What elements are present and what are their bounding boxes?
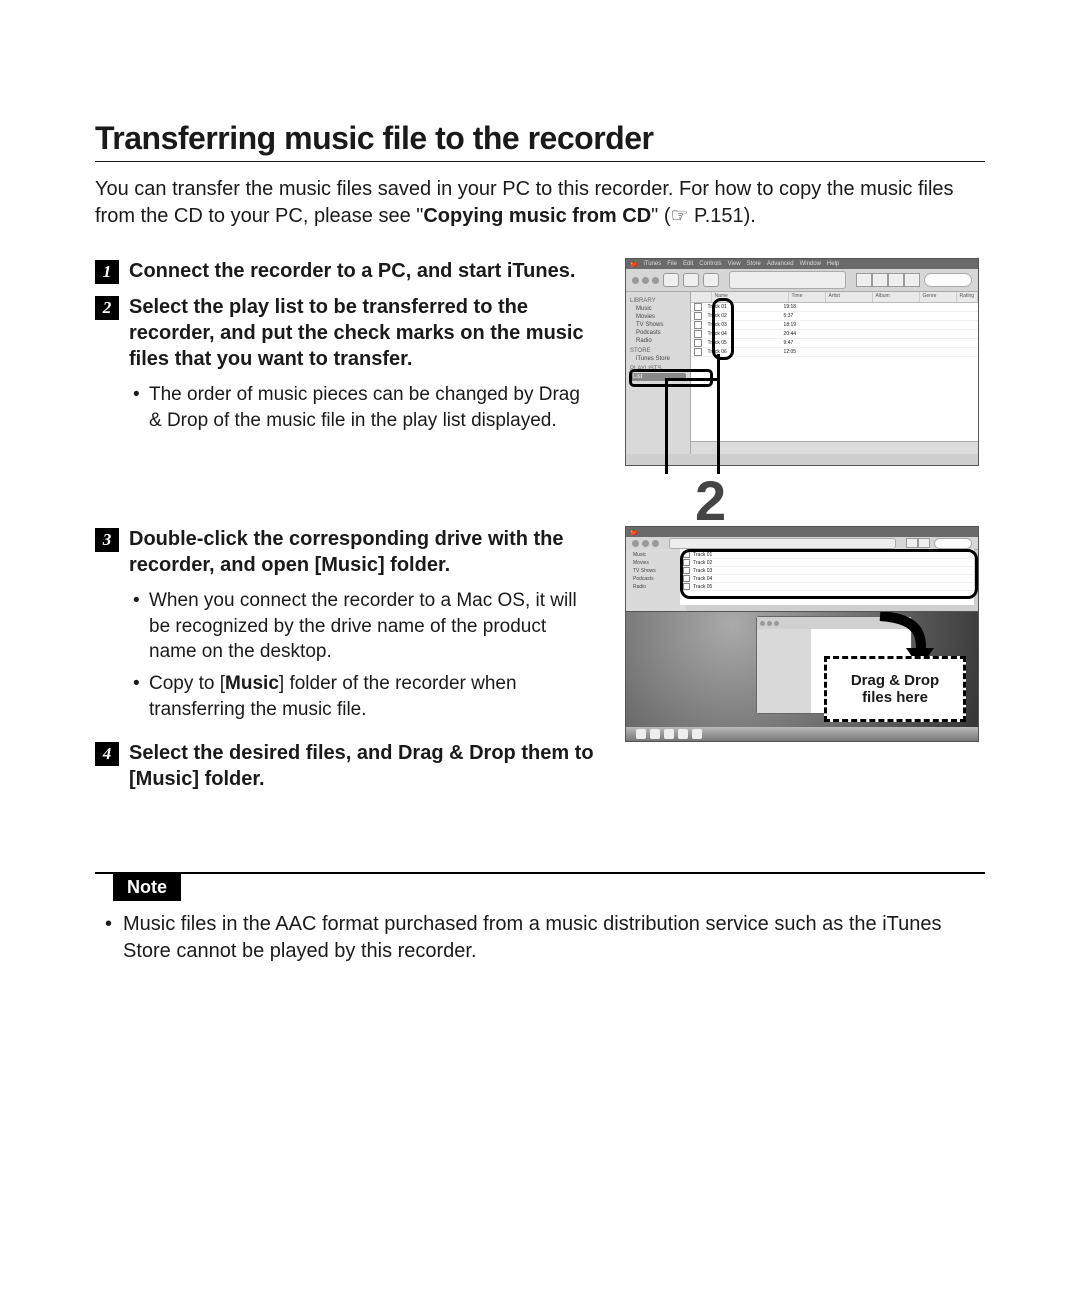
dropbox-line2: files here bbox=[851, 689, 939, 706]
traffic-lights bbox=[632, 540, 659, 547]
next-button-icon bbox=[703, 273, 719, 287]
note-rule bbox=[95, 872, 985, 874]
traffic-lights bbox=[632, 277, 659, 284]
menu-store: Store bbox=[747, 261, 761, 267]
view-toggle bbox=[906, 538, 930, 548]
lcd-display bbox=[729, 271, 846, 289]
view-toggle bbox=[856, 273, 920, 287]
note-item-1: Music files in the AAC format purchased … bbox=[123, 911, 985, 965]
step-3-sublist: When you connect the recorder to a Mac O… bbox=[149, 588, 597, 722]
drop-target-box: Drag & Drop files here bbox=[824, 656, 966, 722]
step-1-number: 1 bbox=[95, 260, 119, 284]
check-icon bbox=[694, 348, 702, 356]
step-4-text: Select the desired files, and Drag & Dro… bbox=[129, 740, 597, 792]
prev-button-icon bbox=[663, 273, 679, 287]
callout-connector bbox=[665, 378, 668, 474]
sidebar-tvshows: TV Shows bbox=[630, 321, 686, 329]
check-icon bbox=[694, 312, 702, 320]
menu-help: Help bbox=[827, 261, 839, 267]
note-label: Note bbox=[113, 874, 181, 901]
col-rating: Rating bbox=[957, 292, 978, 302]
itunes-screenshot-2: 🍎 Music Movies TV Shows Podcasts Radio bbox=[625, 526, 979, 612]
menu-advanced: Advanced bbox=[767, 261, 794, 267]
search-field bbox=[924, 273, 972, 287]
itunes-screenshot-1: 🍎 iTunes File Edit Controls View Store A… bbox=[625, 258, 979, 466]
block-2: 3 Double-click the corresponding drive w… bbox=[95, 526, 985, 802]
menu-controls: Controls bbox=[699, 261, 721, 267]
dock-item-icon bbox=[664, 729, 674, 739]
itunes-sidebar: Music Movies TV Shows Podcasts Radio bbox=[626, 549, 686, 611]
sidebar-radio: Radio bbox=[630, 337, 686, 345]
col-album: Album bbox=[873, 292, 920, 302]
note-section: Note Music files in the AAC format purch… bbox=[95, 872, 985, 965]
status-bar bbox=[691, 441, 978, 454]
step-3-sub-2: Copy to [Music] folder of the recorder w… bbox=[149, 671, 597, 722]
col-genre: Genre bbox=[920, 292, 957, 302]
sidebar-podcasts: Podcasts bbox=[630, 329, 686, 337]
finder-sidebar bbox=[757, 629, 816, 713]
desktop-screenshot: Drag & Drop files here bbox=[625, 612, 979, 742]
step-3: 3 Double-click the corresponding drive w… bbox=[95, 526, 597, 578]
step-4-number: 4 bbox=[95, 742, 119, 766]
col-artist: Artist bbox=[826, 292, 873, 302]
manual-page: Transferring music file to the recorder … bbox=[0, 0, 1080, 1310]
dock-item-icon bbox=[636, 729, 646, 739]
sidebar-itunes-store: iTunes Store bbox=[630, 355, 686, 363]
title-rule bbox=[95, 161, 985, 162]
mac-dock bbox=[626, 727, 978, 741]
step-3-text: Double-click the corresponding drive wit… bbox=[129, 526, 597, 578]
menu-window: Window bbox=[800, 261, 821, 267]
menu-view: View bbox=[728, 261, 741, 267]
dock-item-icon bbox=[692, 729, 702, 739]
mac-menubar: 🍎 bbox=[626, 527, 978, 537]
intro-text-b: " (☞ P.151). bbox=[651, 205, 756, 227]
step-2-sublist: The order of music pieces can be changed… bbox=[149, 382, 597, 433]
mac-menubar: 🍎 iTunes File Edit Controls View Store A… bbox=[626, 259, 978, 269]
step-3-sub-1: When you connect the recorder to a Mac O… bbox=[149, 588, 597, 665]
note-list: Music files in the AAC format purchased … bbox=[123, 911, 985, 965]
block-1: 1 Connect the recorder to a PC, and star… bbox=[95, 258, 985, 466]
check-icon bbox=[694, 330, 702, 338]
step-2-text: Select the play list to be transferred t… bbox=[129, 294, 597, 372]
step-2-sub-1: The order of music pieces can be changed… bbox=[149, 382, 597, 433]
step-1: 1 Connect the recorder to a PC, and star… bbox=[95, 258, 597, 284]
search-field bbox=[934, 538, 972, 549]
track-list-header: Name Time Artist Album Genre Rating bbox=[691, 292, 978, 303]
callout-number-2: 2 bbox=[695, 468, 726, 533]
sidebar-music: Music bbox=[630, 305, 686, 313]
menu-edit: Edit bbox=[683, 261, 693, 267]
intro-paragraph: You can transfer the music files saved i… bbox=[95, 176, 985, 230]
step-3-number: 3 bbox=[95, 528, 119, 552]
dropbox-line1: Drag & Drop bbox=[851, 672, 939, 689]
callout-connector bbox=[665, 378, 720, 381]
callout-connector bbox=[717, 354, 720, 474]
check-icon bbox=[694, 321, 702, 329]
screenshot-1-wrap: 🍎 iTunes File Edit Controls View Store A… bbox=[625, 258, 985, 466]
step-2-number: 2 bbox=[95, 296, 119, 320]
itunes-toolbar bbox=[626, 269, 978, 292]
page-title: Transferring music file to the recorder bbox=[95, 120, 985, 157]
col-time: Time bbox=[789, 292, 826, 302]
play-button-icon bbox=[683, 273, 699, 287]
intro-bold: Copying music from CD bbox=[423, 205, 651, 227]
sidebar-hdr-store: STORE bbox=[630, 348, 686, 354]
sidebar-movies: Movies bbox=[630, 313, 686, 321]
step-1-text: Connect the recorder to a PC, and start … bbox=[129, 258, 575, 284]
apple-menu-icon: 🍎 bbox=[630, 529, 637, 536]
callout-checkmarks-ring bbox=[712, 298, 734, 360]
menu-itunes: iTunes bbox=[643, 261, 661, 267]
dock-item-icon bbox=[678, 729, 688, 739]
callout-tracks-ring bbox=[680, 549, 978, 599]
sidebar-hdr-library: LIBRARY bbox=[630, 298, 686, 304]
menu-file: File bbox=[667, 261, 677, 267]
check-icon bbox=[694, 339, 702, 347]
step-4: 4 Select the desired files, and Drag & D… bbox=[95, 740, 597, 792]
lcd-display bbox=[669, 538, 896, 549]
screenshot-2-wrap: 🍎 Music Movies TV Shows Podcasts Radio bbox=[625, 526, 985, 742]
step-2: 2 Select the play list to be transferred… bbox=[95, 294, 597, 372]
apple-menu-icon: 🍎 bbox=[630, 261, 637, 268]
dock-item-icon bbox=[650, 729, 660, 739]
check-icon bbox=[694, 303, 702, 311]
